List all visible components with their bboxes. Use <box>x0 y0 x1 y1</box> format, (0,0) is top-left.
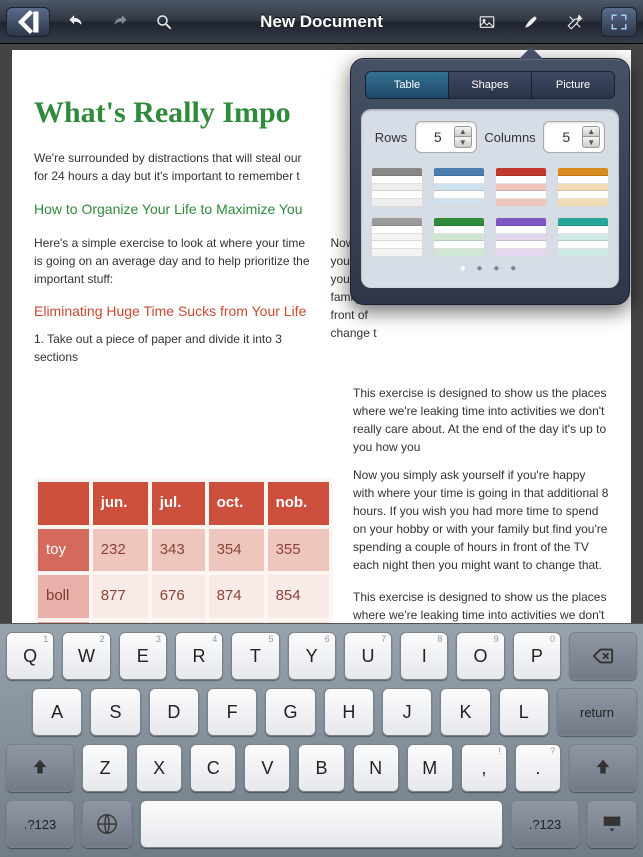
key-n[interactable]: N <box>353 744 399 792</box>
rows-increment[interactable]: ▲ <box>454 126 472 137</box>
table-style-option[interactable] <box>557 167 609 207</box>
table-cell[interactable]: 355 <box>268 529 329 572</box>
paragraph[interactable]: Now you simply ask yourself if you're ha… <box>353 466 609 574</box>
tab-picture[interactable]: Picture <box>532 72 614 98</box>
key-r[interactable]: R4 <box>175 632 223 680</box>
columns-label: Columns <box>484 130 535 145</box>
table-style-option[interactable] <box>433 217 485 257</box>
rows-value: 5 <box>428 129 448 145</box>
insert-image-button[interactable] <box>467 6 507 38</box>
key-a[interactable]: A <box>32 688 82 736</box>
key-b[interactable]: B <box>298 744 344 792</box>
table-style-option[interactable] <box>433 167 485 207</box>
table-header-cell[interactable]: nob. <box>268 482 329 525</box>
subheading[interactable]: Eliminating Huge Time Sucks from Your Li… <box>34 302 313 320</box>
columns-value: 5 <box>556 129 576 145</box>
back-button[interactable] <box>6 7 50 37</box>
key-k[interactable]: K <box>440 688 490 736</box>
table-style-option[interactable] <box>495 217 547 257</box>
table-cell[interactable]: 854 <box>268 575 329 618</box>
page-dots[interactable]: ● ● ● ● <box>371 263 609 274</box>
table-style-option[interactable] <box>371 217 423 257</box>
key-j[interactable]: J <box>382 688 432 736</box>
key-c[interactable]: C <box>190 744 236 792</box>
popover-tabs: Table Shapes Picture <box>365 71 615 99</box>
rows-label: Rows <box>375 130 408 145</box>
paragraph[interactable]: Here's a simple exercise to look at wher… <box>34 234 313 288</box>
table-cell[interactable]: 343 <box>152 529 205 572</box>
table-header-cell[interactable]: oct. <box>209 482 264 525</box>
columns-increment[interactable]: ▲ <box>582 126 600 137</box>
key-y[interactable]: Y6 <box>288 632 336 680</box>
table-row-header[interactable]: boll <box>38 575 89 618</box>
table-style-option[interactable] <box>557 217 609 257</box>
hide-keyboard-key[interactable] <box>587 800 637 848</box>
tab-shapes[interactable]: Shapes <box>449 72 532 98</box>
table-cell[interactable]: 877 <box>93 575 148 618</box>
globe-key[interactable] <box>82 800 132 848</box>
undo-button[interactable] <box>56 6 96 38</box>
tools-button[interactable] <box>555 6 595 38</box>
key-z[interactable]: Z <box>82 744 128 792</box>
key-f[interactable]: F <box>207 688 257 736</box>
fullscreen-button[interactable] <box>601 7 637 37</box>
table-style-option[interactable] <box>371 167 423 207</box>
backspace-key[interactable] <box>569 632 637 680</box>
key-o[interactable]: O9 <box>456 632 504 680</box>
onscreen-keyboard: Q1W2E3R4T5Y6U7I8O9P0 ASDFGHJKLreturn ZXC… <box>0 623 643 857</box>
key-s[interactable]: S <box>90 688 140 736</box>
format-brush-button[interactable] <box>511 6 551 38</box>
table-header-cell[interactable]: jun. <box>93 482 148 525</box>
key-q[interactable]: Q1 <box>6 632 54 680</box>
key-v[interactable]: V <box>244 744 290 792</box>
key-comma[interactable]: ,! <box>461 744 507 792</box>
search-button[interactable] <box>144 6 184 38</box>
key-d[interactable]: D <box>149 688 199 736</box>
tab-table[interactable]: Table <box>366 72 449 98</box>
columns-stepper[interactable]: 5 ▲ ▼ <box>543 121 605 153</box>
paragraph[interactable]: 1. Take out a piece of paper and divide … <box>34 330 313 366</box>
key-i[interactable]: I8 <box>400 632 448 680</box>
table-cell[interactable]: 232 <box>93 529 148 572</box>
table-cell[interactable]: 354 <box>209 529 264 572</box>
top-toolbar: New Document <box>0 0 643 44</box>
key-l[interactable]: L <box>499 688 549 736</box>
popover-panel: Rows 5 ▲ ▼ Columns 5 ▲ ▼ ● ● ● ● <box>361 109 619 288</box>
redo-button[interactable] <box>100 6 140 38</box>
key-period[interactable]: .? <box>515 744 561 792</box>
rows-decrement[interactable]: ▼ <box>454 137 472 148</box>
table-cell[interactable]: 676 <box>152 575 205 618</box>
insert-popover: Table Shapes Picture Rows 5 ▲ ▼ Columns … <box>350 58 630 305</box>
key-t[interactable]: T5 <box>231 632 279 680</box>
table-styles-grid <box>371 167 609 257</box>
key-g[interactable]: G <box>265 688 315 736</box>
key-x[interactable]: X <box>136 744 182 792</box>
key-e[interactable]: E3 <box>119 632 167 680</box>
key-h[interactable]: H <box>324 688 374 736</box>
key-m[interactable]: M <box>407 744 453 792</box>
table-cell[interactable]: 874 <box>209 575 264 618</box>
paragraph[interactable]: This exercise is designed to show us the… <box>353 384 609 456</box>
space-key[interactable] <box>140 800 503 848</box>
shift-key-right[interactable] <box>569 744 637 792</box>
numbers-key-right[interactable]: .?123 <box>511 800 579 848</box>
table-style-option[interactable] <box>495 167 547 207</box>
table-row-header[interactable]: toy <box>38 529 89 572</box>
rows-stepper[interactable]: 5 ▲ ▼ <box>415 121 477 153</box>
return-key[interactable]: return <box>557 688 637 736</box>
key-w[interactable]: W2 <box>62 632 110 680</box>
numbers-key-left[interactable]: .?123 <box>6 800 74 848</box>
table-header-cell[interactable]: jul. <box>152 482 205 525</box>
key-u[interactable]: U7 <box>344 632 392 680</box>
columns-decrement[interactable]: ▼ <box>582 137 600 148</box>
key-p[interactable]: P0 <box>513 632 561 680</box>
table-header-cell[interactable] <box>38 482 89 525</box>
shift-key-left[interactable] <box>6 744 74 792</box>
